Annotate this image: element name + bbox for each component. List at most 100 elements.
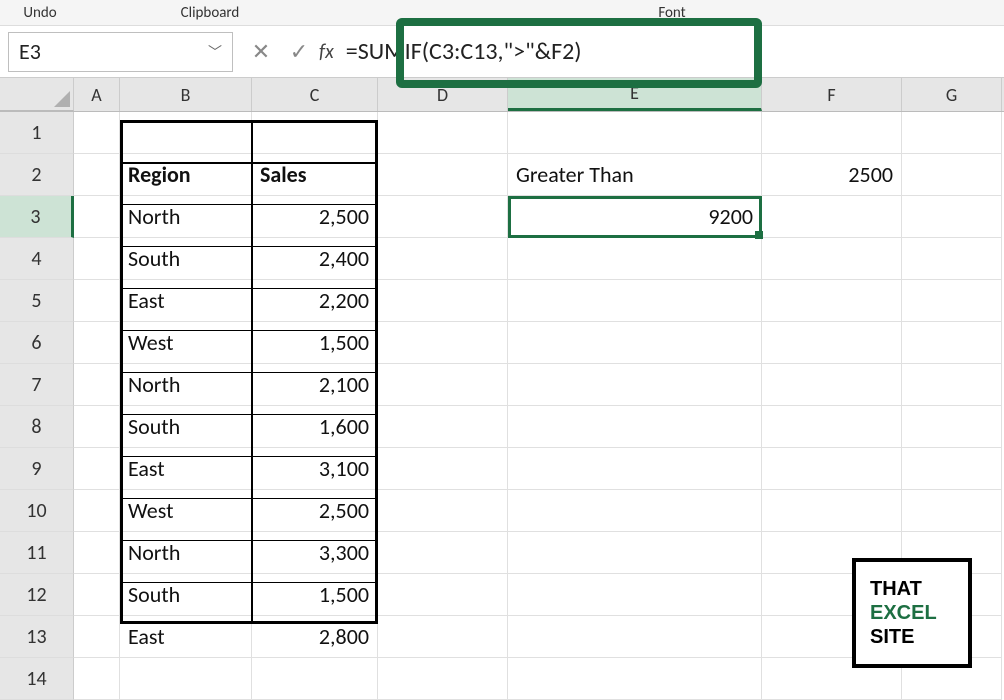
cell-C6[interactable]: 1,500 [252, 322, 378, 364]
cell-D7[interactable] [378, 364, 508, 406]
cell-B8[interactable]: South [120, 406, 252, 448]
cell-F8[interactable] [762, 406, 902, 448]
cell-G6[interactable] [902, 322, 1002, 364]
col-header-G[interactable]: G [902, 78, 1002, 111]
cell-A13[interactable] [74, 616, 120, 658]
cell-E8[interactable] [508, 406, 762, 448]
cell-B3[interactable]: North [120, 196, 252, 238]
cell-D12[interactable] [378, 574, 508, 616]
cell-C4[interactable]: 2,400 [252, 238, 378, 280]
cell-D5[interactable] [378, 280, 508, 322]
cell-C14[interactable] [252, 658, 378, 700]
cell-D6[interactable] [378, 322, 508, 364]
cell-E6[interactable] [508, 322, 762, 364]
cell-E9[interactable] [508, 448, 762, 490]
cell-B11[interactable]: North [120, 532, 252, 574]
cell-B12[interactable]: South [120, 574, 252, 616]
cell-A2[interactable] [74, 154, 120, 196]
cell-D3[interactable] [378, 196, 508, 238]
name-box[interactable]: E3 ﹀ [8, 32, 233, 72]
cell-G2[interactable] [902, 154, 1002, 196]
row-header-11[interactable]: 11 [0, 532, 74, 574]
cell-A8[interactable] [74, 406, 120, 448]
row-header-14[interactable]: 14 [0, 658, 74, 700]
cell-D13[interactable] [378, 616, 508, 658]
cell-G3[interactable] [902, 196, 1002, 238]
cell-G9[interactable] [902, 448, 1002, 490]
row-header-2[interactable]: 2 [0, 154, 74, 196]
cell-E4[interactable] [508, 238, 762, 280]
row-header-4[interactable]: 4 [0, 238, 74, 280]
cell-B4[interactable]: South [120, 238, 252, 280]
cell-A4[interactable] [74, 238, 120, 280]
cell-F4[interactable] [762, 238, 902, 280]
cell-C9[interactable]: 3,100 [252, 448, 378, 490]
row-header-5[interactable]: 5 [0, 280, 74, 322]
col-header-F[interactable]: F [762, 78, 902, 111]
cell-F6[interactable] [762, 322, 902, 364]
cell-D8[interactable] [378, 406, 508, 448]
cell-F3[interactable] [762, 196, 902, 238]
cell-C12[interactable]: 1,500 [252, 574, 378, 616]
cell-A6[interactable] [74, 322, 120, 364]
cell-A5[interactable] [74, 280, 120, 322]
cell-G1[interactable] [902, 112, 1002, 154]
cell-E3[interactable]: 9200 [508, 196, 762, 238]
cell-E5[interactable] [508, 280, 762, 322]
cell-B6[interactable]: West [120, 322, 252, 364]
cell-A9[interactable] [74, 448, 120, 490]
col-header-A[interactable]: A [74, 78, 120, 111]
cell-F2[interactable]: 2500 [762, 154, 902, 196]
cell-C8[interactable]: 1,600 [252, 406, 378, 448]
cell-A10[interactable] [74, 490, 120, 532]
row-header-1[interactable]: 1 [0, 112, 74, 154]
cell-C10[interactable]: 2,500 [252, 490, 378, 532]
select-all-corner[interactable] [0, 78, 74, 111]
cell-G10[interactable] [902, 490, 1002, 532]
cell-D9[interactable] [378, 448, 508, 490]
cell-E14[interactable] [508, 658, 762, 700]
cell-D10[interactable] [378, 490, 508, 532]
cell-E10[interactable] [508, 490, 762, 532]
row-header-13[interactable]: 13 [0, 616, 74, 658]
cell-A1[interactable] [74, 112, 120, 154]
cell-D14[interactable] [378, 658, 508, 700]
cell-E13[interactable] [508, 616, 762, 658]
cell-G7[interactable] [902, 364, 1002, 406]
col-header-E[interactable]: E [508, 78, 762, 111]
cell-C3[interactable]: 2,500 [252, 196, 378, 238]
row-header-6[interactable]: 6 [0, 322, 74, 364]
cell-B2[interactable]: Region [120, 154, 252, 196]
cell-A11[interactable] [74, 532, 120, 574]
formula-input[interactable]: =SUMIF(C3:C13,">"&F2) [346, 37, 582, 66]
cell-A3[interactable] [74, 196, 120, 238]
row-header-9[interactable]: 9 [0, 448, 74, 490]
cell-C2[interactable]: Sales [252, 154, 378, 196]
cell-F5[interactable] [762, 280, 902, 322]
cell-A14[interactable] [74, 658, 120, 700]
cell-E11[interactable] [508, 532, 762, 574]
cell-B9[interactable]: East [120, 448, 252, 490]
enter-icon[interactable]: ✓ [289, 38, 309, 65]
row-header-3[interactable]: 3 [0, 196, 74, 238]
cell-C7[interactable]: 2,100 [252, 364, 378, 406]
cell-G5[interactable] [902, 280, 1002, 322]
cell-D11[interactable] [378, 532, 508, 574]
cell-B10[interactable]: West [120, 490, 252, 532]
col-header-D[interactable]: D [378, 78, 508, 111]
cell-C11[interactable]: 3,300 [252, 532, 378, 574]
cell-F1[interactable] [762, 112, 902, 154]
cell-C13[interactable]: 2,800 [252, 616, 378, 658]
cell-B1[interactable] [120, 112, 252, 154]
cell-G4[interactable] [902, 238, 1002, 280]
chevron-down-icon[interactable]: ﹀ [208, 42, 222, 62]
cell-B13[interactable]: East [120, 616, 252, 658]
cell-C1[interactable] [252, 112, 378, 154]
row-header-10[interactable]: 10 [0, 490, 74, 532]
cell-E2[interactable]: Greater Than [508, 154, 762, 196]
cell-G8[interactable] [902, 406, 1002, 448]
cell-B7[interactable]: North [120, 364, 252, 406]
cell-E7[interactable] [508, 364, 762, 406]
col-header-C[interactable]: C [252, 78, 378, 111]
fx-icon[interactable]: fx [319, 40, 334, 64]
